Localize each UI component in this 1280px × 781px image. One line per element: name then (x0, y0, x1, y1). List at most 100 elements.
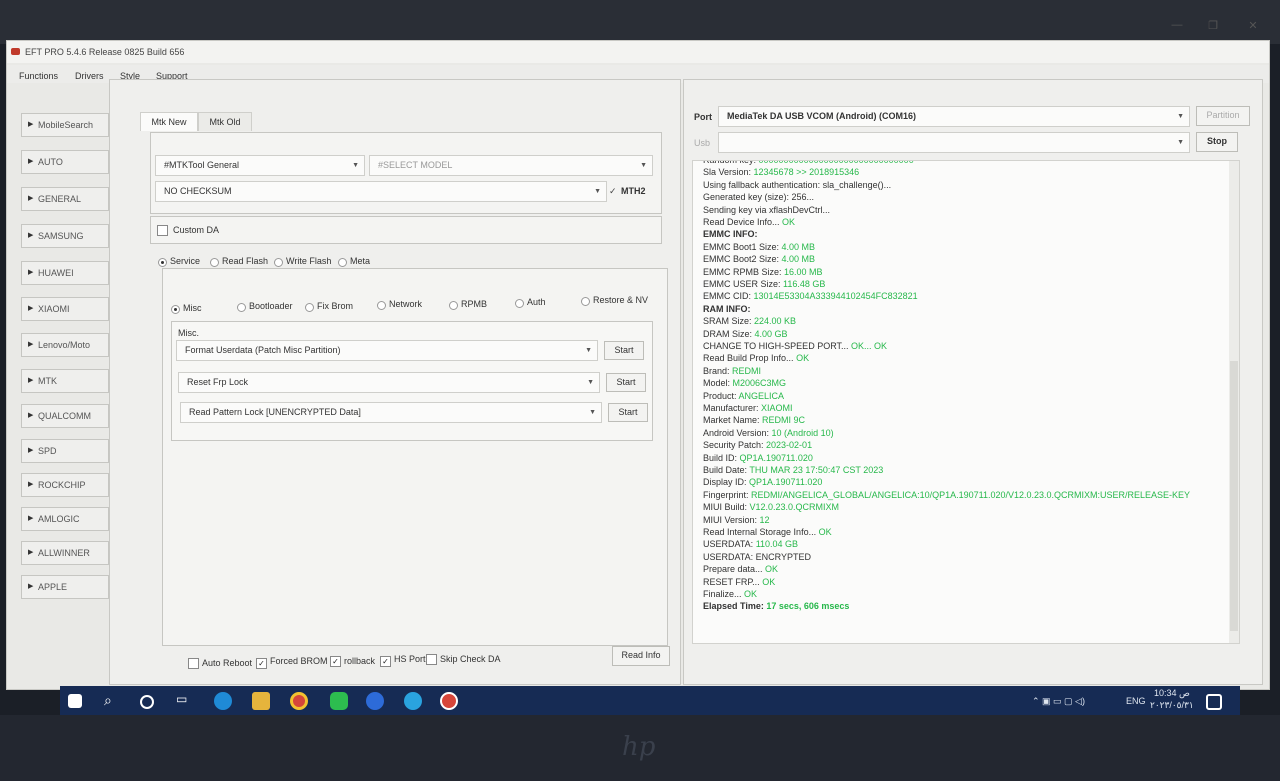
start-button-1[interactable]: Start (604, 341, 644, 360)
tray-icons[interactable]: ⌃ ▣ ▭ ▢ ◁) (1032, 696, 1085, 707)
sidebar-item-rockchip[interactable]: ▶ ROCKCHIP (21, 473, 109, 497)
auto-reboot-checkbox[interactable] (188, 658, 199, 669)
log-line-value: 4.00 MB (781, 254, 816, 265)
tab-mtk-new[interactable]: Mtk New (140, 112, 198, 131)
close-icon[interactable]: ✕ (1243, 19, 1263, 32)
start-button-3[interactable]: Start (608, 403, 648, 422)
sidebar-item-allwinner[interactable]: ▶ ALLWINNER (21, 541, 109, 565)
service-tab-fix-brom-radio[interactable] (305, 303, 314, 312)
partition-button[interactable]: Partition (1196, 106, 1250, 126)
service-tab-network-radio[interactable] (377, 301, 386, 310)
tab-mtk-old[interactable]: Mtk Old (198, 112, 252, 131)
service-tab-bootloader-radio[interactable] (237, 303, 246, 312)
task-view-icon[interactable]: ▭ (176, 692, 194, 710)
service-tab-misc-radio[interactable] (171, 305, 180, 314)
log-line-value: OK (765, 564, 779, 575)
start-button-2[interactable]: Start (606, 373, 646, 392)
start-icon[interactable] (68, 694, 82, 708)
mth2-check-icon[interactable]: ✓ (609, 186, 617, 197)
log-line-value: OK (782, 217, 796, 227)
sidebar-item-mobilesearch[interactable]: ▶ MobileSearch (21, 113, 109, 137)
log-line-value: OK (744, 589, 758, 599)
log-line-key: Market Name: (703, 415, 763, 426)
sidebar-item-huawei[interactable]: ▶ HUAWEI (21, 261, 109, 285)
sidebar-item-xiaomi[interactable]: ▶ XIAOMI (21, 297, 109, 321)
misc-function-select-1[interactable]: Format Userdata (Patch Misc Partition) ▼ (176, 340, 598, 361)
edge-icon[interactable] (214, 692, 232, 710)
skip-check-da-checkbox[interactable] (426, 654, 437, 665)
file-explorer-icon[interactable] (252, 692, 270, 710)
mode-service-radio[interactable] (158, 258, 167, 267)
forced-brom-checkbox[interactable]: ✓ (256, 658, 267, 669)
sidebar-item-apple[interactable]: ▶ APPLE (21, 575, 109, 599)
misc-group-label: Misc. (178, 328, 199, 338)
custom-da-checkbox[interactable] (157, 225, 168, 236)
maximize-icon[interactable]: ❐ (1203, 19, 1223, 32)
mode-read-flash-radio[interactable] (210, 258, 219, 267)
log-line-value: THU MAR 23 17:50:47 CST 2023 (749, 465, 884, 475)
misc-function-select-2[interactable]: Reset Frp Lock ▼ (178, 372, 600, 393)
play-icon: ▶ (28, 158, 34, 165)
telegram-icon[interactable] (404, 692, 422, 710)
port-select[interactable]: MediaTek DA USB VCOM (Android) (COM16) ▼ (718, 106, 1190, 127)
misc-function-select-3[interactable]: Read Pattern Lock [UNENCRYPTED Data] ▼ (180, 402, 602, 423)
log-line-value: 4.00 MB (781, 241, 816, 252)
log-line: Read Build Prop Info... OK (703, 353, 809, 363)
language-indicator[interactable]: ENG (1126, 696, 1146, 706)
sidebar-item-spd[interactable]: ▶ SPD (21, 439, 109, 463)
rollback-checkbox[interactable]: ✓ (330, 656, 341, 667)
title-bar: EFT PRO 5.4.6 Release 0825 Build 656 (7, 41, 1269, 63)
eft-pro-icon[interactable] (440, 692, 458, 710)
mode-write-flash-radio[interactable] (274, 258, 283, 267)
checksum-select[interactable]: NO CHECKSUM ▼ (155, 181, 607, 202)
facebook-icon[interactable] (366, 692, 384, 710)
chrome-icon[interactable] (290, 692, 308, 710)
log-line-key: EMMC Boot2 Size: (703, 254, 782, 265)
menu-drivers[interactable]: Drivers (75, 71, 104, 81)
sidebar-item-lenovo-moto[interactable]: ▶ Lenovo/Moto (21, 333, 109, 357)
sidebar-item-mtk[interactable]: ▶ MTK (21, 369, 109, 393)
service-tab-auth-radio[interactable] (515, 299, 524, 308)
log-line-key: EMMC RPMB Size: (703, 266, 785, 277)
log-line: DRAM Size: 4.00 GB (703, 329, 788, 339)
log-line-value: 224.00 KB (754, 316, 797, 327)
minimize-icon[interactable]: — (1167, 19, 1187, 31)
hs-port-checkbox[interactable]: ✓ (380, 656, 391, 667)
service-tab-rpmb-radio[interactable] (449, 301, 458, 310)
notification-icon[interactable] (1206, 694, 1222, 710)
log-line: RESET FRP... OK (703, 577, 775, 587)
play-icon: ▶ (28, 121, 34, 128)
clock-time[interactable]: 10:34 ص (1154, 688, 1190, 699)
stop-button[interactable]: Stop (1196, 132, 1238, 152)
sidebar-item-amlogic[interactable]: ▶ AMLOGIC (21, 507, 109, 531)
log-line: Sending key via xflashDevCtrl... (703, 205, 830, 215)
log-line-key: Prepare data... (703, 564, 766, 575)
read-info-button[interactable]: Read Info (612, 646, 670, 666)
log-line-key: Model: (703, 378, 733, 389)
log-line-key: Product: (703, 390, 739, 401)
service-tab-rpmb: RPMB (461, 299, 488, 309)
log-scroll-thumb[interactable] (1230, 361, 1238, 631)
sidebar-item-samsung[interactable]: ▶ SAMSUNG (21, 224, 109, 248)
log-line-value: XIAOMI (761, 403, 793, 413)
tool-select[interactable]: #MTKTool General ▼ (155, 155, 365, 176)
service-tab-restore-nv-radio[interactable] (581, 297, 590, 306)
sidebar-item-qualcomm[interactable]: ▶ QUALCOMM (21, 404, 109, 428)
sidebar-item-auto[interactable]: ▶ AUTO (21, 150, 109, 174)
menu-functions[interactable]: Functions (19, 71, 58, 81)
log-line-key: USERDATA: ENCRYPTED (703, 551, 812, 562)
log-panel: Port MediaTek DA USB VCOM (Android) (COM… (683, 79, 1263, 685)
cortana-icon[interactable] (140, 695, 154, 709)
log-line: Sla Version: 12345678 >> 2018915346 (703, 167, 859, 177)
log-scrollbar[interactable] (1229, 161, 1239, 643)
search-icon[interactable]: ⌕ (104, 692, 122, 710)
whatsapp-icon[interactable] (330, 692, 348, 710)
log-line-value: V12.0.23.0.QCRMIXM (749, 502, 840, 513)
log-line: Product: ANGELICA (703, 391, 784, 401)
clock-date[interactable]: ٢٠٢٣/٠٥/٣١ (1150, 700, 1194, 711)
log-line-value: OK (762, 576, 776, 587)
sidebar-item-general[interactable]: ▶ GENERAL (21, 187, 109, 211)
mode-meta-radio[interactable] (338, 258, 347, 267)
model-select[interactable]: #SELECT MODEL ▼ (369, 155, 653, 176)
usb-select[interactable]: ▼ (718, 132, 1190, 153)
